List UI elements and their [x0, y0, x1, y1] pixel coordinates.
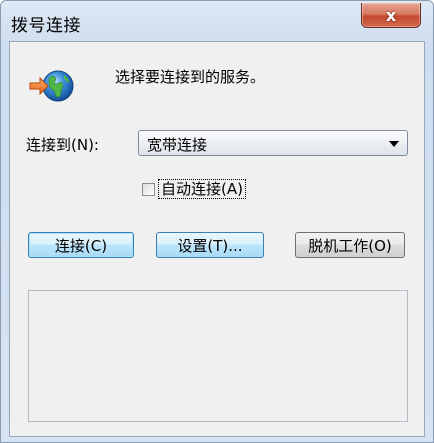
dialog-body: 选择要连接到的服务。 连接到(N): 宽带连接 自动连接(A) 连接(C) 设置…: [9, 41, 425, 437]
network-globe-icon: [26, 66, 76, 106]
auto-connect-option[interactable]: 自动连接(A): [142, 179, 246, 199]
chevron-down-icon[interactable]: [389, 141, 399, 147]
status-panel: [28, 290, 408, 422]
work-offline-button[interactable]: 脱机工作(O): [295, 232, 405, 258]
connection-select[interactable]: 宽带连接: [138, 130, 408, 156]
connect-button[interactable]: 连接(C): [28, 232, 134, 258]
title-bar[interactable]: 拨号连接 x: [1, 1, 433, 41]
connection-select-value: 宽带连接: [147, 136, 208, 154]
window-title: 拨号连接: [11, 16, 81, 36]
connect-to-label: 连接到(N):: [26, 136, 99, 154]
settings-button[interactable]: 设置(T)...: [156, 232, 264, 258]
close-button[interactable]: x: [361, 3, 421, 28]
dialup-dialog: 拨号连接 x 选择要连接到的服务。 连接到(N): 宽带连接 自动连接(A) 连…: [0, 0, 434, 443]
auto-connect-checkbox[interactable]: [142, 182, 155, 196]
close-icon: x: [385, 5, 397, 25]
select-service-prompt: 选择要连接到的服务。: [115, 68, 266, 86]
auto-connect-label[interactable]: 自动连接(A): [158, 179, 246, 199]
